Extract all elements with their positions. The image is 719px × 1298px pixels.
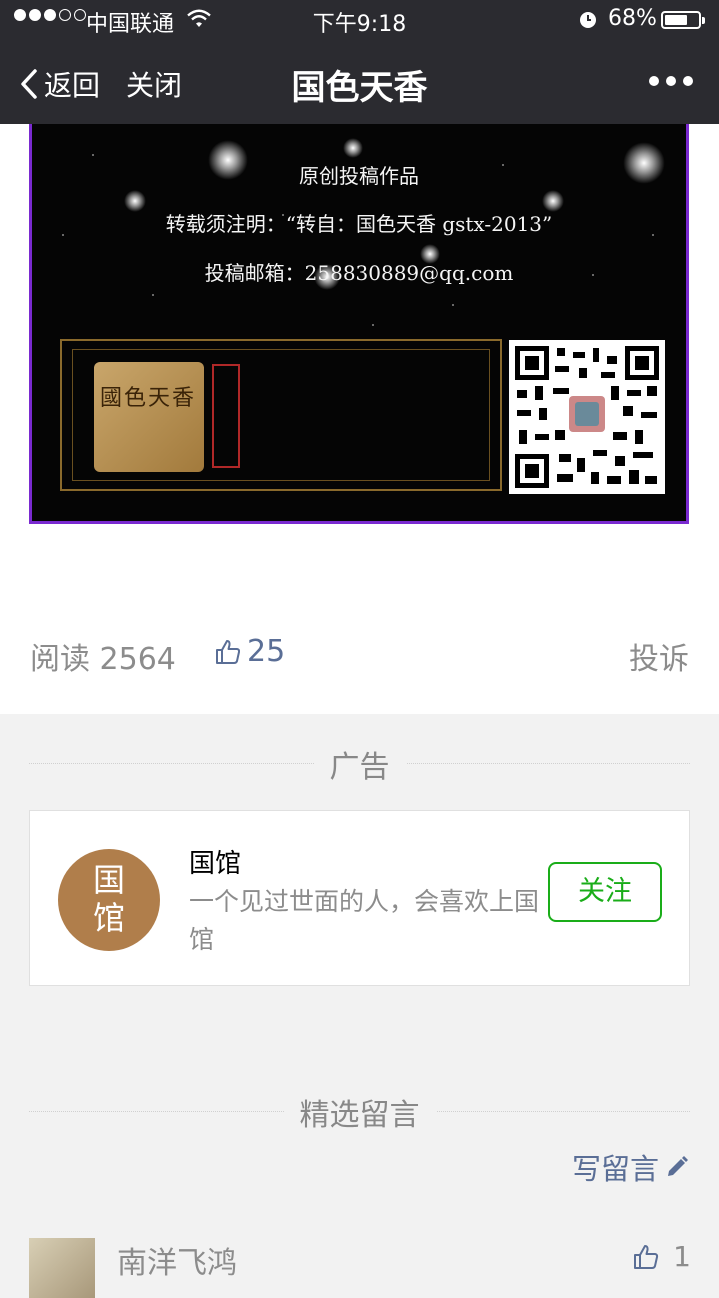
banner-text-email: 投稿邮箱：258830889@qq.com xyxy=(204,261,514,285)
status-bar: 中国联通 下午9:18 68% xyxy=(0,0,719,40)
red-seal-stamp xyxy=(212,364,240,468)
alarm-clock-icon xyxy=(580,12,596,28)
banner-text-original: 原创投稿作品 xyxy=(299,164,419,188)
comment-author: 南洋飞鸿 xyxy=(117,1246,237,1281)
like-count: 25 xyxy=(247,634,286,669)
pencil-icon xyxy=(668,1156,688,1176)
ad-account-logo: 国馆 xyxy=(58,849,160,951)
write-comment-button[interactable]: 写留言 xyxy=(572,1146,689,1188)
navigation-bar: 返回 关闭 国色天香 xyxy=(0,40,719,124)
ad-account-name: 国馆 xyxy=(189,849,242,879)
read-count: 阅读 2564 xyxy=(30,634,176,678)
ad-card[interactable]: 国馆 国馆 一个见过世面的人，会喜欢上国馆 关注 xyxy=(29,810,690,986)
article-content: 原创投稿作品 转载须注明：“转自：国色天香 gstx-2013” 投稿邮箱：25… xyxy=(0,124,719,714)
comment-like-count: 1 xyxy=(673,1240,691,1273)
brand-seal-logo: 國色天香 xyxy=(94,362,204,472)
comment-like-button[interactable]: 1 xyxy=(633,1240,691,1273)
article-banner-image: 原创投稿作品 转载须注明：“转自：国色天香 gstx-2013” 投稿邮箱：25… xyxy=(29,124,689,524)
banner-text-reprint-notice: 转载须注明：“转自：国色天香 gstx-2013” xyxy=(165,212,553,236)
write-comment-label: 写留言 xyxy=(571,1152,659,1186)
thumbs-up-icon xyxy=(634,1244,659,1269)
comment-item: 南洋飞鸿 1 xyxy=(0,1236,719,1298)
battery-icon xyxy=(661,11,705,29)
ad-section-title: 广告 xyxy=(0,742,719,786)
follow-button[interactable]: 关注 xyxy=(548,862,662,922)
like-button[interactable]: 25 xyxy=(215,634,285,669)
avatar[interactable] xyxy=(29,1238,95,1298)
read-count-value: 2564 xyxy=(99,642,176,677)
qr-code-image xyxy=(509,340,665,494)
page-title: 国色天香 xyxy=(291,68,428,108)
battery-percent: 68% xyxy=(608,6,657,31)
comments-section-title: 精选留言 xyxy=(0,1090,719,1134)
report-link[interactable]: 投诉 xyxy=(629,634,689,678)
thumbs-up-icon xyxy=(216,639,241,664)
read-label: 阅读 xyxy=(30,642,90,677)
ad-description: 一个见过世面的人，会喜欢上国馆 xyxy=(189,887,540,954)
more-options-button[interactable] xyxy=(649,76,693,86)
